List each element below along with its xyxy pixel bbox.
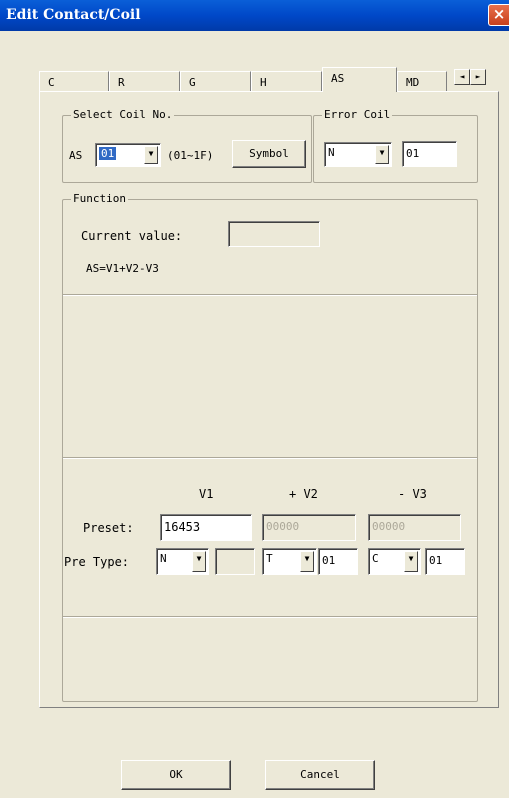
divider (63, 616, 477, 618)
tab-c[interactable]: C (39, 71, 109, 92)
v2-header: + V2 (289, 487, 318, 501)
coil-number-dropdown[interactable]: 01 ▼ (95, 143, 161, 167)
cancel-button[interactable]: Cancel (265, 760, 375, 790)
chevron-down-icon[interactable]: ▼ (375, 145, 389, 164)
formula-text: AS=V1+V2-V3 (86, 262, 159, 275)
preset-v2-input: 00000 (262, 514, 356, 541)
pretype-v2-value: T (266, 552, 273, 565)
coil-number-value: 01 (99, 147, 117, 160)
close-icon[interactable]: × (488, 4, 509, 26)
tab-r[interactable]: R (109, 71, 180, 92)
chevron-down-icon[interactable]: ▼ (404, 551, 418, 572)
tab-md[interactable]: MD (397, 71, 447, 92)
chevron-down-icon[interactable]: ▼ (192, 551, 206, 572)
tab-label: C (48, 76, 55, 89)
coil-prefix-label: AS (69, 149, 83, 162)
coil-range-label: (01~1F) (167, 149, 214, 162)
divider (63, 294, 477, 296)
symbol-button[interactable]: Symbol (232, 140, 306, 168)
current-value-label: Current value: (81, 229, 183, 243)
divider (63, 457, 477, 459)
error-coil-number-input[interactable]: 01 (402, 141, 457, 167)
pretype-v2-dropdown[interactable]: T ▼ (262, 548, 317, 575)
preset-v3-input: 00000 (368, 514, 461, 541)
error-coil-legend: Error Coil (322, 108, 393, 121)
preset-v1-input[interactable]: 16453 (160, 514, 252, 541)
function-legend: Function (71, 192, 128, 205)
tab-scroll-right-icon[interactable]: ► (470, 69, 486, 85)
tab-scroll-left-icon[interactable]: ◄ (454, 69, 470, 85)
pretype-v3-value: C (372, 552, 379, 565)
title-bar[interactable]: Edit Contact/Coil × (0, 0, 509, 31)
v3-header: - V3 (398, 487, 427, 501)
tab-g[interactable]: G (180, 71, 251, 92)
select-coil-legend: Select Coil No. (71, 108, 175, 121)
pretype-v3-dropdown[interactable]: C ▼ (368, 548, 421, 575)
preset-label: Preset: (83, 521, 134, 535)
pretype-v1-value: N (160, 552, 167, 565)
tab-label: MD (406, 76, 420, 89)
tab-label: AS (331, 72, 345, 85)
tab-label: R (118, 76, 125, 89)
tab-h[interactable]: H (251, 71, 322, 92)
pretype-v2-value-input[interactable]: 01 (318, 548, 358, 575)
error-coil-type-dropdown[interactable]: N ▼ (324, 142, 392, 167)
ok-button[interactable]: OK (121, 760, 231, 790)
tab-as[interactable]: AS (322, 67, 397, 92)
v1-header: V1 (199, 487, 214, 501)
tab-label: G (189, 76, 196, 89)
window-title: Edit Contact/Coil (6, 7, 141, 23)
chevron-down-icon[interactable]: ▼ (144, 146, 158, 164)
pretype-v1-dropdown[interactable]: N ▼ (156, 548, 209, 575)
error-coil-type-value: N (328, 146, 335, 159)
chevron-down-icon[interactable]: ▼ (300, 551, 314, 572)
pretype-v1-value-input (215, 548, 255, 575)
tab-label: H (260, 76, 267, 89)
pretype-label: Pre Type: (64, 555, 130, 569)
pretype-v3-value-input[interactable]: 01 (425, 548, 465, 575)
current-value-field (228, 221, 320, 247)
